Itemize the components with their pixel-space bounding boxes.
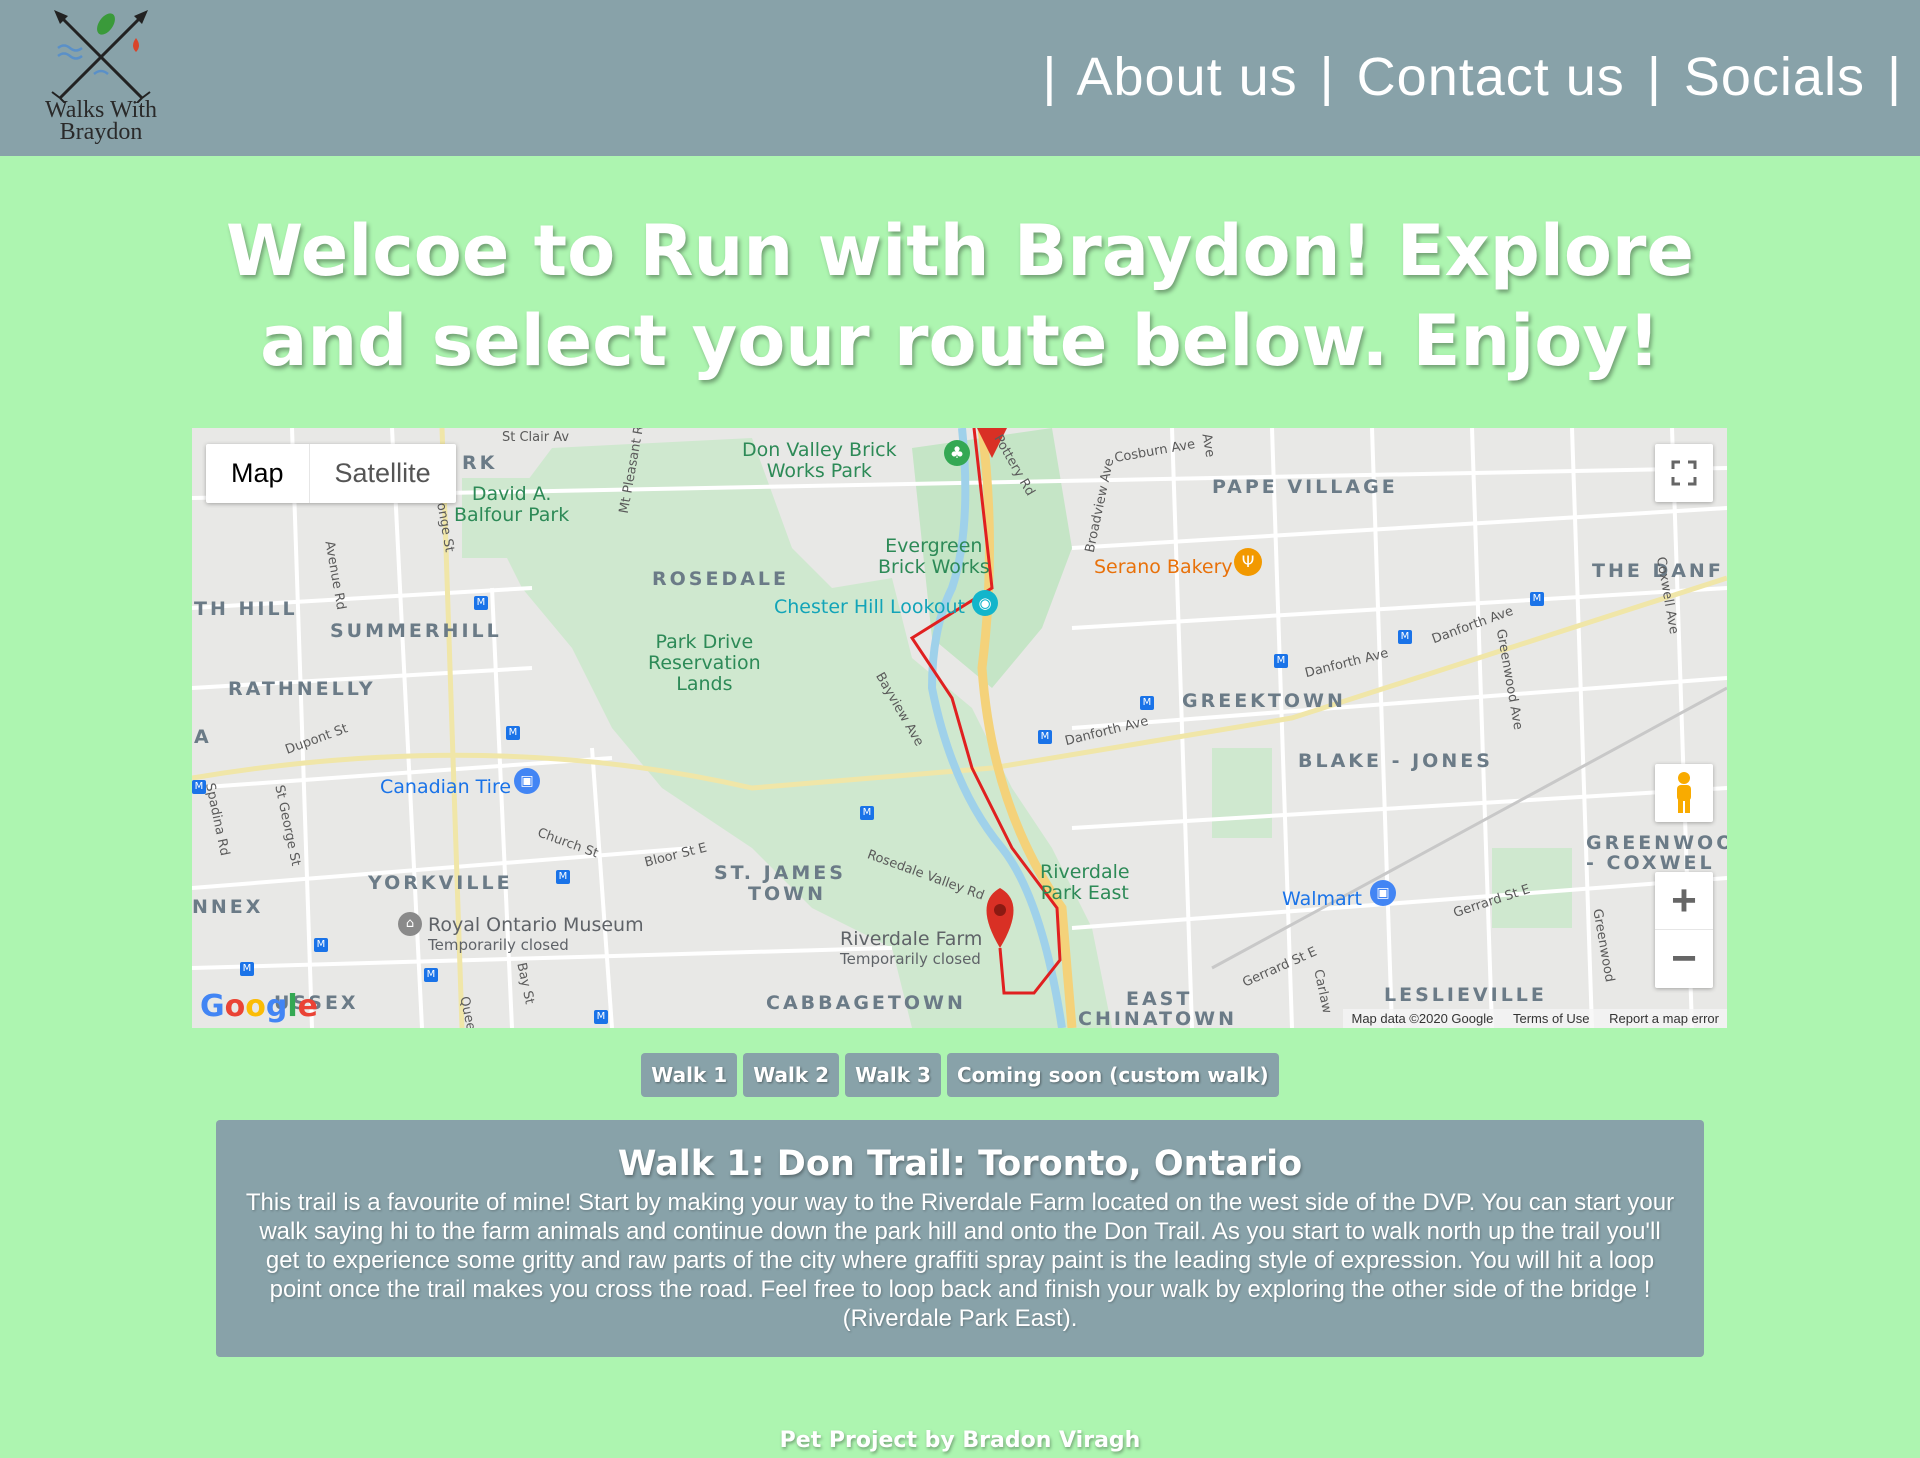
label-a: A bbox=[194, 726, 212, 748]
label-east: EAST bbox=[1126, 988, 1193, 1010]
map-data-text: Map data ©2020 Google bbox=[1351, 1011, 1494, 1026]
restaurant-icon[interactable]: Ψ bbox=[1234, 548, 1262, 576]
walk-2-button[interactable]: Walk 2 bbox=[743, 1053, 840, 1097]
map-type-satellite-button[interactable]: Satellite bbox=[310, 444, 456, 503]
nav-separator: | bbox=[1042, 47, 1058, 107]
label-park-drive-reservation-lands: Park Drive Reservation Lands bbox=[648, 631, 761, 695]
zoom-out-button[interactable]: − bbox=[1655, 930, 1713, 988]
walk-description: This trail is a favourite of mine! Start… bbox=[245, 1189, 1675, 1332]
subway-station-icon[interactable]: M bbox=[1274, 654, 1288, 668]
map-type-map-button[interactable]: Map bbox=[206, 444, 310, 503]
label-coxwell: - COXWEL bbox=[1586, 852, 1715, 874]
nav-separator: | bbox=[1319, 47, 1335, 107]
walk-selector: Walk 1 Walk 2 Walk 3 Coming soon (custom… bbox=[0, 1053, 1920, 1097]
park-tree-icon[interactable]: ♣ bbox=[944, 440, 970, 466]
crossed-arrows-icon bbox=[51, 10, 151, 105]
label-greektown: GREEKTOWN bbox=[1182, 690, 1346, 712]
street-view-button[interactable] bbox=[1655, 764, 1713, 822]
label-yorkville: YORKVILLE bbox=[368, 872, 513, 894]
subway-station-icon[interactable]: M bbox=[314, 938, 328, 952]
label-summerhill: SUMMERHILL bbox=[330, 620, 502, 642]
walk-detail-card: Walk 1: Don Trail: Toronto, Ontario This… bbox=[216, 1120, 1704, 1357]
subway-station-icon[interactable]: M bbox=[556, 870, 570, 884]
walk-title: Walk 1: Don Trail: Toronto, Ontario bbox=[617, 1144, 1303, 1184]
subway-station-icon[interactable]: M bbox=[594, 1010, 608, 1024]
route-map[interactable]: PAPE VILLAGE ROSEDALE SUMMERHILL RATHNEL… bbox=[192, 428, 1727, 1028]
report-map-error-link[interactable]: Report a map error bbox=[1609, 1011, 1719, 1026]
walk-1-button[interactable]: Walk 1 bbox=[641, 1053, 738, 1097]
map-type-toggle: Map Satellite bbox=[206, 444, 456, 503]
label-town: TOWN bbox=[748, 883, 826, 905]
google-logo[interactable]: Google bbox=[200, 989, 318, 1024]
fullscreen-icon bbox=[1671, 460, 1697, 486]
subway-station-icon[interactable]: M bbox=[506, 726, 520, 740]
pegman-icon bbox=[1677, 772, 1691, 813]
label-pape-village: PAPE VILLAGE bbox=[1212, 476, 1398, 498]
label-riverdale-park-east: Riverdale Park East bbox=[1040, 861, 1130, 904]
subway-station-icon[interactable]: M bbox=[474, 596, 488, 610]
label-royal-ontario-museum: Royal Ontario Museum Temporarily closed bbox=[428, 914, 644, 955]
page-title: Welcoe to Run with Braydon! Explore and … bbox=[226, 210, 1694, 382]
label-riverdale-farm: Riverdale Farm Temporarily closed bbox=[840, 928, 983, 969]
label-st-james: ST. JAMES bbox=[714, 862, 846, 884]
subway-station-icon[interactable]: M bbox=[1140, 696, 1154, 710]
logo-text: Walks With Braydon bbox=[45, 97, 157, 145]
subway-station-icon[interactable]: M bbox=[1398, 630, 1412, 644]
nav-socials[interactable]: Socials bbox=[1684, 47, 1865, 107]
camera-icon[interactable]: ◉ bbox=[972, 590, 998, 616]
nav-contact-us[interactable]: Contact us bbox=[1357, 47, 1625, 107]
label-rosedale: ROSEDALE bbox=[652, 568, 790, 590]
label-chinatown: CHINATOWN bbox=[1078, 1008, 1238, 1028]
main-nav: | About us | Contact us | Socials | bbox=[1036, 46, 1908, 108]
label-leslieville: LESLIEVILLE bbox=[1384, 984, 1547, 1006]
subway-station-icon[interactable]: M bbox=[424, 968, 438, 982]
map-attribution: Map data ©2020 Google Terms of Use Repor… bbox=[1343, 1009, 1727, 1028]
site-header: Walks With Braydon | About us | Contact … bbox=[0, 0, 1920, 156]
shopping-bag-icon[interactable]: ▣ bbox=[1370, 880, 1396, 906]
site-logo[interactable]: Walks With Braydon bbox=[38, 8, 164, 145]
label-don-valley-brick-works-park: Don Valley Brick Works Park bbox=[742, 439, 897, 482]
nav-separator: | bbox=[1886, 47, 1902, 107]
subway-station-icon[interactable]: M bbox=[1038, 730, 1052, 744]
walk-3-button[interactable]: Walk 3 bbox=[845, 1053, 941, 1097]
label-walmart: Walmart bbox=[1282, 888, 1362, 910]
nav-separator: | bbox=[1646, 47, 1662, 107]
label-blake-jones: BLAKE - JONES bbox=[1298, 750, 1493, 772]
nav-about-us[interactable]: About us bbox=[1076, 47, 1297, 107]
label-greenwood: GREENWOO bbox=[1586, 832, 1727, 854]
shopping-bag-icon[interactable]: ▣ bbox=[514, 768, 540, 794]
custom-walk-button[interactable]: Coming soon (custom walk) bbox=[946, 1053, 1279, 1097]
label-annex: NNEX bbox=[192, 896, 264, 918]
street-label: St Clair Av bbox=[502, 430, 570, 445]
zoom-in-button[interactable]: + bbox=[1655, 872, 1713, 930]
subway-station-icon[interactable]: M bbox=[240, 962, 254, 976]
subway-station-icon[interactable]: M bbox=[192, 780, 206, 794]
label-david-balfour-park: David A. Balfour Park bbox=[454, 483, 570, 526]
terms-of-use-link[interactable]: Terms of Use bbox=[1513, 1011, 1590, 1026]
label-hill: TH HILL bbox=[194, 598, 298, 620]
label-park: RK bbox=[462, 452, 498, 474]
label-cabbagetown: CABBAGETOWN bbox=[766, 992, 966, 1014]
museum-icon[interactable]: ⌂ bbox=[398, 912, 422, 936]
label-rathnelly: RATHNELLY bbox=[228, 678, 376, 700]
label-canadian-tire: Canadian Tire bbox=[380, 776, 512, 798]
footer-credit: Pet Project by Bradon Viragh bbox=[779, 1428, 1141, 1453]
label-evergreen-brick-works: Evergreen Brick Works bbox=[878, 535, 990, 578]
label-serano-bakery: Serano Bakery bbox=[1094, 556, 1233, 578]
subway-station-icon[interactable]: M bbox=[1530, 592, 1544, 606]
fullscreen-button[interactable] bbox=[1655, 444, 1713, 502]
label-chester-hill-lookout: Chester Hill Lookout bbox=[774, 596, 965, 618]
zoom-control: + − bbox=[1655, 872, 1713, 988]
subway-station-icon[interactable]: M bbox=[860, 806, 874, 820]
